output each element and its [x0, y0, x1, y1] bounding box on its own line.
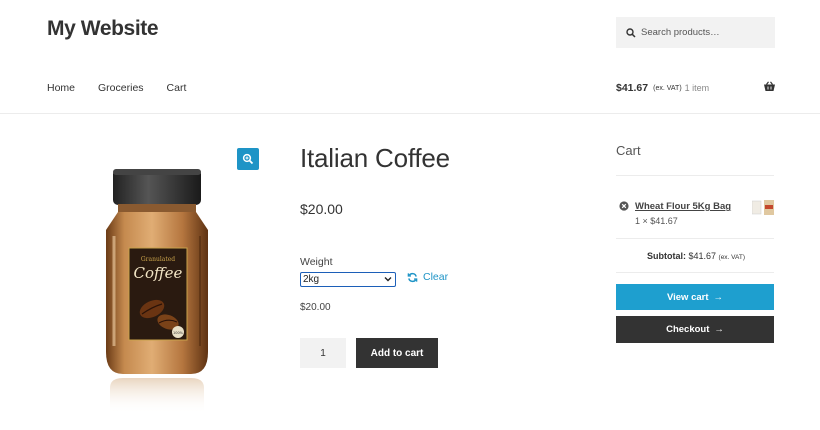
header-cart-link[interactable]: $41.67 (ex. VAT) 1 item: [616, 81, 776, 94]
primary-navigation: Home Groceries Cart: [47, 82, 209, 94]
cart-widget-title: Cart: [616, 143, 641, 158]
search-input[interactable]: [641, 27, 771, 38]
widget-divider: [616, 238, 774, 239]
nav-item-home[interactable]: Home: [47, 82, 75, 94]
product-image[interactable]: Granulated Coffee 100%: [96, 166, 226, 421]
zoom-icon: [242, 153, 254, 165]
header-divider: [0, 113, 820, 114]
widget-divider: [616, 175, 774, 176]
mini-cart-item-qty-price: 1 × $41.67: [635, 216, 678, 226]
weight-label: Weight: [300, 256, 333, 268]
mini-cart-item-link[interactable]: Wheat Flour 5Kg Bag: [635, 201, 731, 212]
clear-variation-link[interactable]: Clear: [407, 271, 448, 283]
checkout-button[interactable]: Checkout →: [616, 316, 774, 343]
mini-cart-item-thumbnail[interactable]: [752, 200, 774, 215]
checkout-label: Checkout: [666, 324, 710, 335]
add-to-cart-button[interactable]: Add to cart: [356, 338, 438, 368]
subtotal-label: Subtotal:: [646, 251, 686, 261]
weight-select[interactable]: 2kg: [300, 272, 396, 287]
subtotal-value: $41.67: [688, 251, 717, 261]
variation-price: $20.00: [300, 302, 331, 313]
remove-item-icon[interactable]: [619, 201, 629, 211]
jar-label-main: Coffee: [134, 264, 183, 282]
quantity-input[interactable]: [300, 338, 346, 368]
header-cart-vat: (ex. VAT): [653, 84, 682, 92]
product-title: Italian Coffee: [300, 143, 450, 173]
mini-cart-subtotal: Subtotal: $41.67 (ex. VAT): [616, 251, 776, 261]
arrow-right-icon: →: [713, 291, 724, 303]
header-cart-amount: $41.67: [616, 82, 649, 94]
view-cart-label: View cart: [666, 291, 709, 303]
nav-item-cart[interactable]: Cart: [167, 82, 187, 94]
view-cart-button[interactable]: View cart →: [616, 284, 774, 310]
site-title[interactable]: My Website: [47, 17, 159, 41]
jar-badge: 100%: [173, 331, 184, 335]
product-price: $20.00: [300, 201, 343, 217]
nav-item-groceries[interactable]: Groceries: [98, 82, 144, 94]
widget-divider: [616, 272, 774, 273]
search-box[interactable]: [616, 17, 775, 48]
weight-select-value: 2kg: [303, 274, 320, 285]
refresh-icon: [407, 272, 418, 282]
arrow-right-icon: →: [714, 324, 724, 335]
zoom-button[interactable]: [237, 148, 259, 170]
basket-icon[interactable]: [763, 81, 776, 92]
search-icon: [626, 27, 636, 38]
header-cart-count: 1 item: [684, 83, 710, 93]
clear-label: Clear: [423, 271, 449, 283]
subtotal-vat: (ex. VAT): [718, 254, 746, 261]
jar-label-top: Granulated: [141, 256, 175, 263]
chevron-down-icon: [384, 277, 392, 282]
